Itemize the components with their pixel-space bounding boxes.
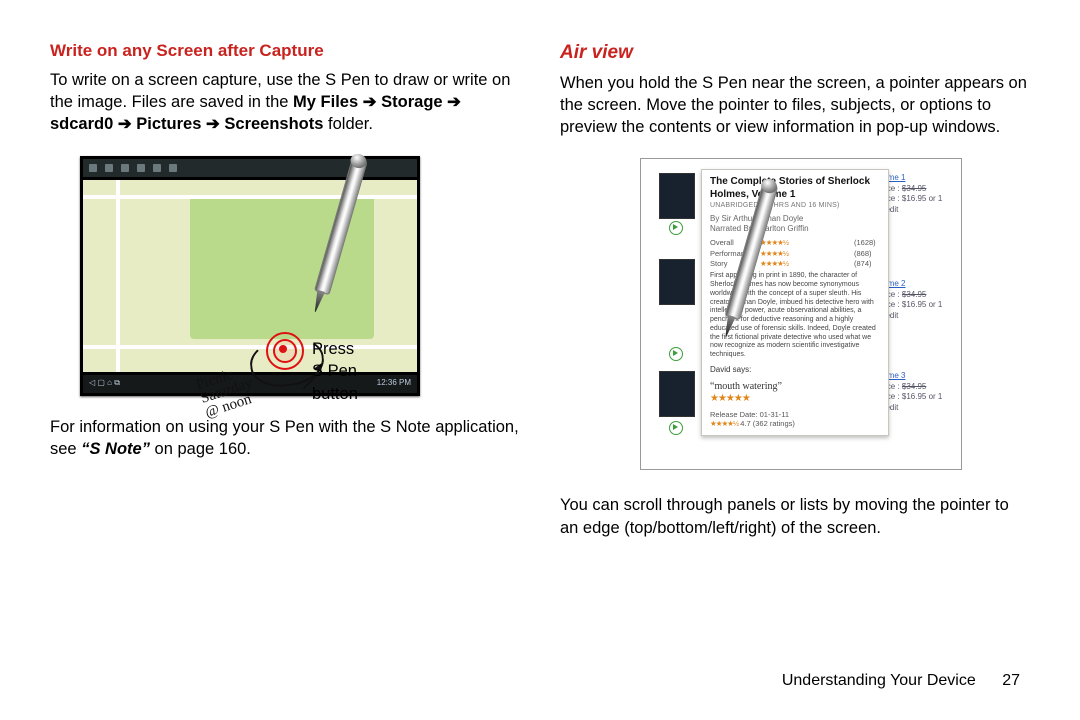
play-icon xyxy=(669,421,683,435)
popup-author: By Sir Arthur Conan Doyle xyxy=(710,214,880,224)
play-icon xyxy=(669,221,683,235)
footer-page-number: 27 xyxy=(1002,672,1020,689)
popup-release: Release Date: 01-31-11 ★★★★½ 4.7 (362 ra… xyxy=(710,410,880,429)
figure-air-view: olume 1 Price : $34.95 Price : $16.95 or… xyxy=(640,158,962,470)
air-view-popup: The Complete Stories of Sherlock Holmes,… xyxy=(701,169,889,435)
write-on-screen-paragraph: To write on a screen capture, use the S … xyxy=(50,69,520,136)
popup-duration: UNABRIDGED (28 HRS AND 16 MINS) xyxy=(710,202,880,211)
popup-description: First appearing in print in 1890, the ch… xyxy=(710,272,880,360)
right-column: Air view When you hold the S Pen near th… xyxy=(560,40,1030,690)
s-pen-press-target-icon xyxy=(266,332,304,370)
nav-icons: ◁ ▢ ⌂ ⧉ xyxy=(89,378,120,389)
popup-quote: “mouth watering” xyxy=(710,381,880,394)
capture-toolbar xyxy=(83,159,417,177)
popup-ratings: Overall★★★★½(1628) Performance★★★★½(868)… xyxy=(710,238,880,268)
map-area xyxy=(83,180,417,372)
audiobook-thumb-1 xyxy=(659,173,695,219)
heading-air-view: Air view xyxy=(560,40,1030,66)
para1-part-b: folder. xyxy=(323,115,373,133)
heading-write-on-screen: Write on any Screen after Capture xyxy=(50,40,520,63)
popup-title: The Complete Stories of Sherlock Holmes,… xyxy=(710,176,880,201)
press-spen-caption: Press S Pen button xyxy=(312,338,358,405)
audiobook-thumb-3 xyxy=(659,371,695,417)
play-icon xyxy=(669,347,683,361)
map-park xyxy=(190,195,374,339)
popup-reviewer: David says: xyxy=(710,365,880,375)
audiobook-thumb-2 xyxy=(659,259,695,305)
status-time: 12:36 PM xyxy=(377,378,411,389)
footer-section: Understanding Your Device xyxy=(782,672,976,689)
manual-page: Write on any Screen after Capture To wri… xyxy=(0,0,1080,720)
s-note-reference: For information on using your S Pen with… xyxy=(50,416,520,461)
left-column: Write on any Screen after Capture To wri… xyxy=(50,40,520,690)
page-footer: Understanding Your Device 27 xyxy=(782,670,1020,692)
popup-narrator: Narrated By Charlton Griffin xyxy=(710,224,880,234)
s-note-link: “S Note” xyxy=(81,440,150,458)
air-view-paragraph-1: When you hold the S Pen near the screen,… xyxy=(560,72,1030,139)
air-view-paragraph-2: You can scroll through panels or lists b… xyxy=(560,494,1030,539)
